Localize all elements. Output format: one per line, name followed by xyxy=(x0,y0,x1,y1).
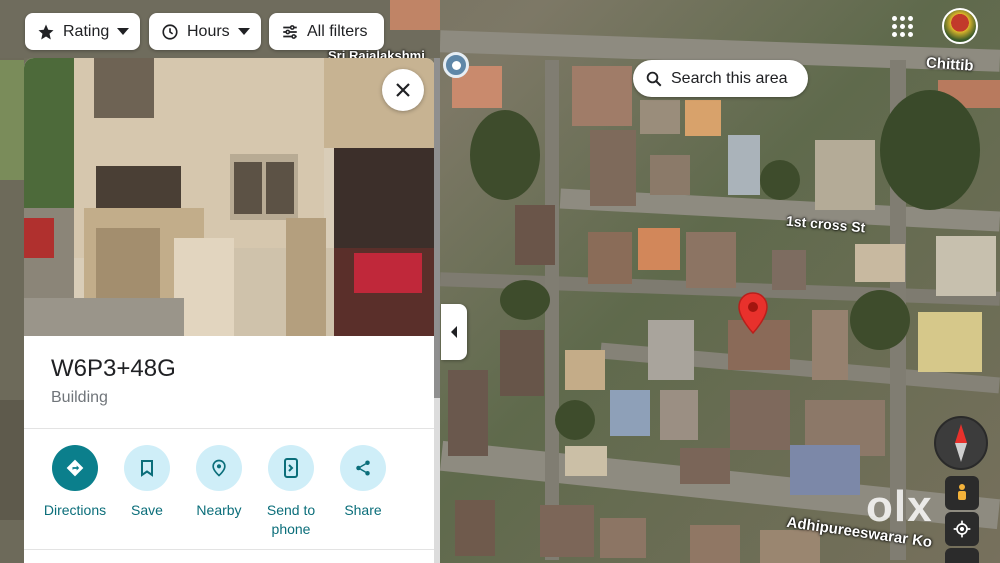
building-photo-illustration xyxy=(24,58,435,336)
hours-filter-label: Hours xyxy=(187,22,230,40)
all-filters-label: All filters xyxy=(307,22,368,40)
hours-filter-chip[interactable]: Hours xyxy=(149,13,261,50)
rating-filter-label: Rating xyxy=(63,22,110,40)
compass-icon xyxy=(955,424,967,462)
nearby-icon xyxy=(212,459,226,477)
bookmark-icon xyxy=(141,460,153,477)
road-label-top-right: Chittib xyxy=(925,54,975,75)
street-view-location-icon[interactable] xyxy=(443,52,469,78)
share-icon xyxy=(356,460,370,476)
send-to-phone-button[interactable]: Send to phone xyxy=(255,445,327,539)
pegman-button[interactable] xyxy=(945,476,979,510)
directions-label: Directions xyxy=(43,502,107,518)
rating-filter-chip[interactable]: Rating xyxy=(25,13,140,50)
save-button[interactable]: Save xyxy=(111,445,183,539)
star-icon xyxy=(38,24,54,39)
google-apps-icon[interactable] xyxy=(892,16,914,38)
pegman-icon xyxy=(958,484,966,500)
search-this-area-button[interactable]: Search this area xyxy=(633,60,808,97)
nearby-button[interactable]: Nearby xyxy=(183,445,255,539)
all-filters-chip[interactable]: All filters xyxy=(269,13,384,50)
divider xyxy=(24,549,435,550)
place-actions: Directions Save Nearby Send to phone Sha… xyxy=(39,445,409,539)
place-panel: W6P3+48G Building Directions Save Nearby xyxy=(24,58,435,563)
search-this-area-label: Search this area xyxy=(671,69,788,87)
directions-button[interactable]: Directions xyxy=(39,445,111,539)
compass-button[interactable] xyxy=(934,416,988,470)
account-avatar[interactable] xyxy=(942,8,978,44)
send-to-phone-icon xyxy=(284,458,298,478)
olx-watermark: olx xyxy=(866,482,933,531)
place-photo[interactable] xyxy=(24,58,435,336)
directions-icon xyxy=(66,459,84,477)
share-button[interactable]: Share xyxy=(327,445,399,539)
close-icon xyxy=(396,83,410,97)
tune-icon xyxy=(283,24,297,39)
divider xyxy=(24,428,435,429)
place-title: W6P3+48G xyxy=(51,355,176,382)
clock-icon xyxy=(162,23,178,40)
place-category: Building xyxy=(51,389,108,406)
my-location-button[interactable] xyxy=(945,512,979,546)
search-icon xyxy=(646,71,662,86)
nearby-label: Nearby xyxy=(196,502,242,518)
send-to-phone-label: Send to phone xyxy=(266,502,316,537)
collapse-panel-button[interactable] xyxy=(441,304,467,360)
chevron-down-icon xyxy=(237,27,250,35)
close-panel-button[interactable] xyxy=(382,69,424,111)
chevron-left-icon xyxy=(451,326,457,338)
chevron-down-icon xyxy=(117,27,130,35)
panel-scrollbar-thumb[interactable] xyxy=(434,58,440,398)
place-pin-icon[interactable] xyxy=(737,292,769,334)
share-label: Share xyxy=(344,502,382,518)
my-location-icon xyxy=(953,520,971,538)
zoom-control[interactable] xyxy=(945,548,979,563)
save-label: Save xyxy=(131,502,163,518)
